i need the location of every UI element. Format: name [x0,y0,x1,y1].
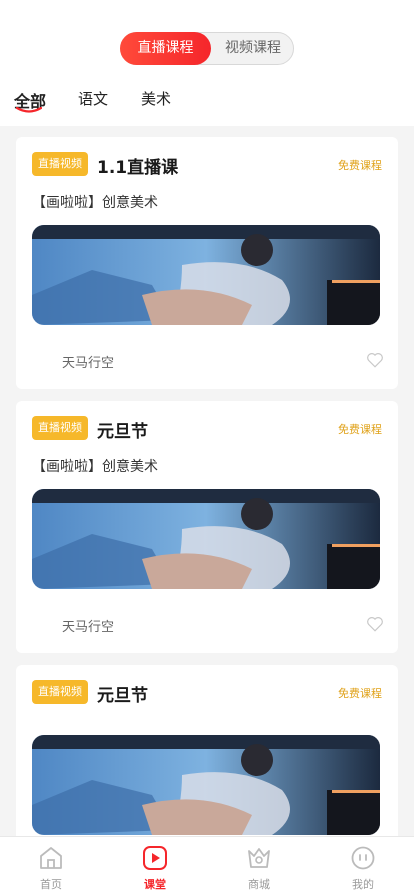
tabbar-label: 商城 [248,878,270,891]
category-tab-art[interactable]: 美术 [141,88,171,109]
tabbar-label: 我的 [352,878,374,891]
course-card[interactable]: 直播视频 1.1直播课 免费课程 【画啦啦】创意美术 天马行空 [16,137,398,389]
video-course-tab[interactable]: 视频课程 [211,32,295,65]
author-name: 天马行空 [62,356,115,371]
live-video-badge: 直播视频 [32,152,88,176]
course-title: 1.1直播课 [97,158,179,178]
category-tab-chinese[interactable]: 语文 [78,88,108,109]
course-subtitle: 【画啦啦】创意美术 [32,195,158,211]
tabbar-item-shop[interactable]: 商城 [224,837,294,896]
home-icon [40,847,62,869]
tabbar-label: 首页 [40,878,62,891]
course-card[interactable]: 直播视频 元旦节 免费课程 【画啦啦】创意美术 天马行空 [16,401,398,653]
heart-icon[interactable] [366,351,384,369]
course-title: 元旦节 [97,422,148,442]
shop-icon [248,848,270,868]
header-area: 直播课程 视频课程 全部 语文 美术 [0,0,414,126]
course-card[interactable]: 直播视频 元旦节 免费课程 [16,665,398,845]
live-video-badge: 直播视频 [32,680,88,704]
course-subtitle: 【画啦啦】创意美术 [32,459,158,475]
author-name: 天马行空 [62,620,115,635]
free-course-tag: 免费课程 [338,159,382,172]
free-course-tag: 免费课程 [338,423,382,436]
free-course-tag: 免费课程 [338,687,382,700]
tabbar-item-mine[interactable]: 我的 [328,837,398,896]
heart-icon[interactable] [366,615,384,633]
play-icon [143,846,167,870]
course-thumbnail[interactable] [32,225,380,325]
tabbar-item-classroom[interactable]: 课堂 [120,837,190,896]
course-thumbnail[interactable] [32,735,380,835]
active-tab-indicator [16,107,42,113]
tabbar-item-home[interactable]: 首页 [16,837,86,896]
profile-icon [351,846,375,870]
course-type-switch: 直播课程 视频课程 [120,32,294,65]
live-course-tab[interactable]: 直播课程 [120,32,211,65]
tabbar-label: 课堂 [144,878,166,891]
course-title: 元旦节 [97,686,148,706]
live-video-badge: 直播视频 [32,416,88,440]
bottom-tab-bar: 首页 课堂 商城 我的 [0,836,414,896]
course-thumbnail[interactable] [32,489,380,589]
